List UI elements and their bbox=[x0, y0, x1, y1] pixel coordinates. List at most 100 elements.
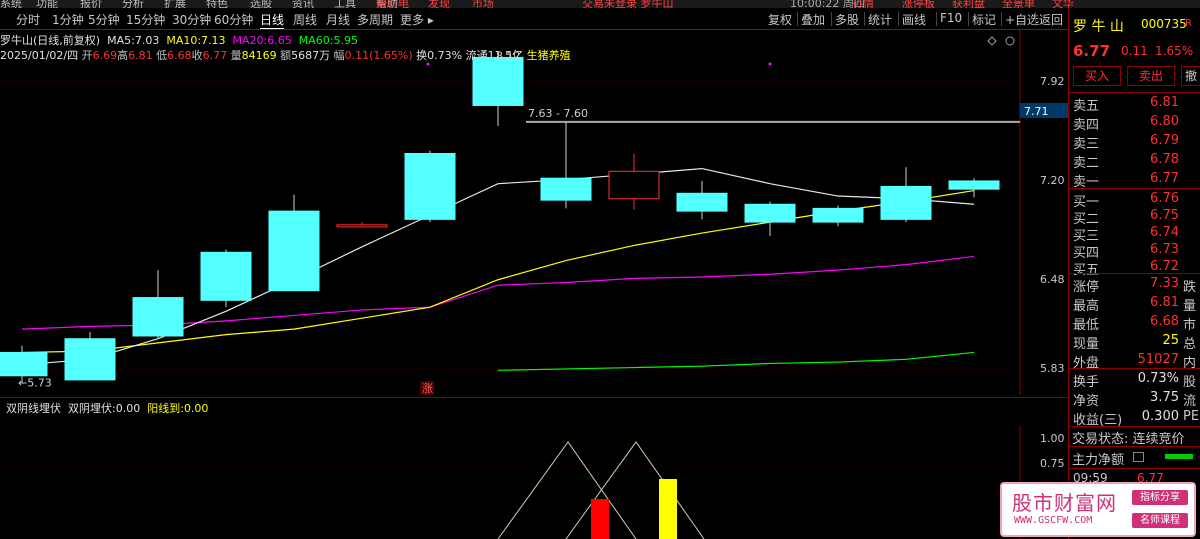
buy-button[interactable]: 买入 bbox=[1073, 66, 1121, 86]
toolbar-button[interactable]: 多股 bbox=[835, 11, 859, 28]
ask-label: 卖四 bbox=[1073, 118, 1100, 133]
toolbar-separator bbox=[1035, 12, 1036, 26]
signal-dot bbox=[426, 62, 430, 66]
period-tab[interactable]: 分时 bbox=[16, 11, 40, 28]
stat2-row: 收益(三) 0.300 PE bbox=[1069, 408, 1200, 428]
stat2-label: 净资 bbox=[1073, 394, 1100, 409]
indicator-line1-value: 0.00 bbox=[115, 402, 141, 415]
top-menu-item[interactable]: 工具 bbox=[334, 0, 356, 8]
ask-price: 6.81 bbox=[1150, 95, 1179, 110]
candle-body-down bbox=[472, 56, 524, 106]
top-right-item[interactable]: 文华 bbox=[1052, 0, 1074, 8]
toolbar-separator bbox=[831, 12, 832, 26]
watermark-title: 股市财富网 bbox=[1012, 491, 1117, 515]
stat-value: 7.33 bbox=[1150, 276, 1179, 291]
top-menu-item[interactable]: 特色 bbox=[206, 0, 228, 8]
top-menu-item[interactable]: 扩展 bbox=[164, 0, 186, 8]
top-right-item[interactable]: 获利盘 bbox=[952, 0, 985, 8]
candle-body-down bbox=[0, 351, 48, 377]
top-menu-bar: 系统 功能 报价 分析 扩展 特色 选股 资讯 工具 帮助 最新电 发现 市场 交易未登录 罗牛山 10:0… bbox=[0, 0, 1200, 8]
top-menu-red-item[interactable]: 发现 bbox=[428, 0, 450, 8]
toolbar-button[interactable]: +自选 bbox=[1005, 11, 1039, 28]
period-tab[interactable]: 月线 bbox=[326, 11, 350, 28]
candle-body-down bbox=[744, 203, 796, 223]
trade-status: 交易状态: 连续竞价 bbox=[1072, 432, 1185, 447]
period-tab[interactable]: 日线 bbox=[260, 11, 285, 29]
price-axis-label: 5.83 bbox=[1040, 361, 1065, 375]
stat2-row: 净资 3.75 流 bbox=[1069, 389, 1200, 409]
peak-label: 8.12 bbox=[496, 50, 521, 63]
period-tab[interactable]: 周线 bbox=[293, 11, 317, 28]
stat-label: 现量 bbox=[1073, 337, 1100, 352]
price-axis-label: 7.92 bbox=[1040, 75, 1065, 89]
period-tab[interactable]: 15分钟 bbox=[126, 11, 165, 28]
candle-body-down bbox=[540, 177, 592, 201]
toolbar-button[interactable]: 统计 bbox=[868, 11, 892, 28]
panel-change: 0.11 bbox=[1121, 44, 1148, 58]
indicator-bar bbox=[591, 499, 609, 539]
indicator-name: 双阴线埋伏 bbox=[6, 402, 61, 415]
watermark-tag2: 名师课程 bbox=[1132, 513, 1188, 528]
diamond-icon bbox=[987, 36, 997, 46]
top-menu-item[interactable]: 资讯 bbox=[292, 0, 314, 8]
indicator-header: 双阴线埋伏 双阴埋伏:0.00 阳线到:0.00 bbox=[6, 402, 209, 415]
pane-divider bbox=[0, 397, 1068, 398]
top-menu-item[interactable]: 功能 bbox=[36, 0, 58, 8]
toolbar-separator bbox=[797, 12, 798, 26]
candle-body-down bbox=[812, 207, 864, 223]
bid-price: 6.72 bbox=[1150, 259, 1179, 274]
ask-price: 6.80 bbox=[1150, 114, 1179, 129]
sell-button[interactable]: 卖出 bbox=[1127, 66, 1175, 86]
ask-row: 卖二 6.78 bbox=[1069, 151, 1200, 171]
toolbar-button[interactable]: 复权 bbox=[768, 11, 792, 28]
toolbar-button[interactable]: 叠加 bbox=[801, 11, 825, 28]
top-menu-item[interactable]: 报价 bbox=[80, 0, 102, 8]
toolbar-collapse-icon[interactable] bbox=[4, 13, 12, 23]
toolbar-separator bbox=[968, 12, 969, 26]
stat-label: 最低 bbox=[1073, 318, 1100, 333]
ask-label: 卖三 bbox=[1073, 137, 1100, 152]
candle-body-down bbox=[948, 180, 1000, 190]
panel-stock-name: 罗 牛 山 bbox=[1073, 19, 1124, 35]
ask-row: 卖一 6.77 bbox=[1069, 170, 1200, 190]
indicator-chart[interactable] bbox=[0, 425, 1068, 539]
top-menu-item[interactable]: 系统 bbox=[0, 0, 22, 8]
toolbar-separator bbox=[898, 12, 899, 26]
kline-chart[interactable]: 7.63 - 7.60 8.12 ←5.73 涨 7.71 bbox=[0, 30, 1068, 395]
range-label: 7.63 - 7.60 bbox=[528, 107, 588, 120]
top-menu-red-item[interactable]: 市场 bbox=[472, 0, 494, 8]
period-tab[interactable]: 多周期 bbox=[357, 11, 393, 28]
flow-menu-icon[interactable] bbox=[1133, 452, 1144, 462]
cancel-order-button[interactable]: 撤 bbox=[1181, 66, 1200, 86]
top-menu-item[interactable]: 分析 bbox=[122, 0, 144, 8]
low-label: ←5.73 bbox=[18, 377, 52, 390]
toolbar-button[interactable]: 返回 bbox=[1039, 11, 1063, 28]
stat-tail: 跌 bbox=[1183, 280, 1197, 295]
period-tab[interactable]: 60分钟 bbox=[214, 11, 253, 28]
toolbar-button[interactable]: 标记 bbox=[972, 11, 996, 28]
top-right-item[interactable]: 全景单 bbox=[1002, 0, 1035, 8]
candle-body-down bbox=[676, 192, 728, 212]
stat-row: 最高 6.81 量 bbox=[1069, 294, 1200, 314]
top-menu-red-item[interactable]: 最新电 bbox=[376, 0, 409, 8]
period-tab[interactable]: 更多 ▸ bbox=[400, 11, 434, 28]
top-right-item[interactable]: 涨停板 bbox=[902, 0, 935, 8]
top-menu-item[interactable]: 选股 bbox=[250, 0, 272, 8]
toolbar-button[interactable]: 画线 bbox=[902, 11, 926, 28]
period-tab[interactable]: 30分钟 bbox=[172, 11, 211, 28]
period-tab[interactable]: 1分钟 bbox=[52, 11, 84, 28]
watermark-logo: 股市财富网 WWW.GSCFW.COM 指标分享 名师课程 bbox=[1000, 482, 1196, 537]
period-tab[interactable]: 5分钟 bbox=[88, 11, 120, 28]
top-right-item[interactable]: 行情 bbox=[852, 0, 874, 8]
ma60-line bbox=[497, 351, 975, 371]
stat-row: 现量 25 总 bbox=[1069, 332, 1200, 352]
indicator-axis-label: 1.00 bbox=[1040, 432, 1065, 445]
watermark-url: WWW.GSCFW.COM bbox=[1014, 515, 1093, 526]
indicator-triangle-2 bbox=[565, 441, 705, 539]
panel-stock-code: 000735 bbox=[1141, 17, 1187, 31]
toolbar-button[interactable]: F10 bbox=[940, 11, 962, 25]
ask-row: 卖三 6.79 bbox=[1069, 132, 1200, 152]
stat-row: 最低 6.68 市 bbox=[1069, 313, 1200, 333]
chevron-right-icon: ▸ bbox=[424, 13, 434, 27]
ask-price: 6.79 bbox=[1150, 133, 1179, 148]
